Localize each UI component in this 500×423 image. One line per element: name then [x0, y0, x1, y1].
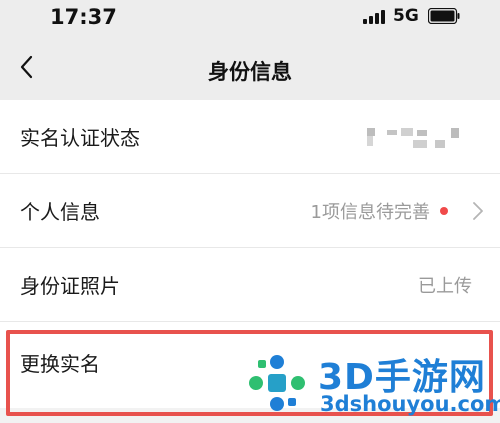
row-value: 1项信息待完善 — [310, 202, 430, 223]
list-item-realname-status[interactable]: 实名认证状态 — [0, 100, 500, 174]
page-title: 身份信息 — [208, 60, 292, 84]
network-label: 5G — [393, 6, 419, 26]
signal-bars-icon — [363, 10, 385, 24]
chevron-right-icon — [473, 202, 483, 220]
status-time: 17:37 — [50, 5, 117, 29]
status-bar: 17:37 5G — [0, 0, 500, 34]
watermark-logo-icon — [249, 355, 305, 411]
row-label: 个人信息 — [20, 200, 100, 224]
watermark-domain: 3dshouyou.com — [320, 392, 500, 416]
blurred-value — [365, 126, 465, 154]
nav-bar: 身份信息 — [0, 34, 500, 100]
row-value: 已上传 — [418, 276, 472, 297]
row-label: 身份证照片 — [20, 274, 120, 298]
watermark: 3D手游网 3dshouyou.com — [238, 346, 500, 423]
battery-icon — [428, 8, 460, 24]
row-label: 实名认证状态 — [20, 126, 140, 150]
notification-dot-icon — [440, 207, 448, 215]
list-item-id-photo[interactable]: 身份证照片 已上传 — [0, 248, 500, 322]
list-item-personal-info[interactable]: 个人信息 1项信息待完善 — [0, 174, 500, 248]
